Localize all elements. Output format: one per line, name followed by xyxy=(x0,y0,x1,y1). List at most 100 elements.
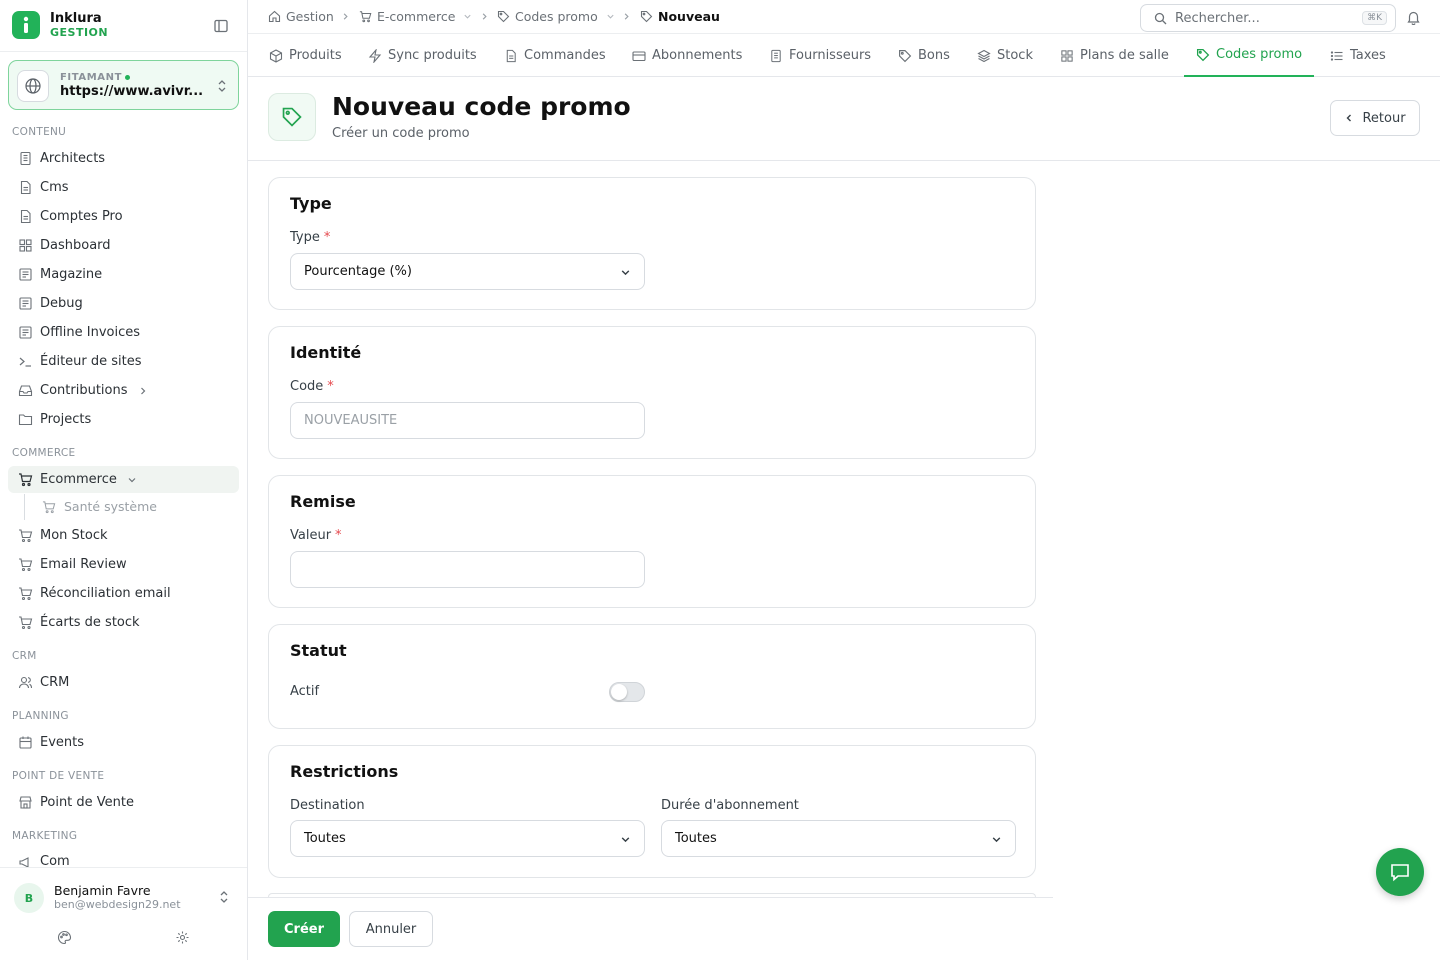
card-title: Identité xyxy=(290,343,362,362)
tab-stock[interactable]: Stock xyxy=(977,34,1033,77)
sidebar-item-label: Offline Invoices xyxy=(40,325,141,340)
site-url: https://www.avivr... xyxy=(60,84,204,99)
brand: Inklura GESTION xyxy=(0,0,247,52)
users-icon xyxy=(17,675,33,691)
sidebar-item-contributions[interactable]: Contributions xyxy=(8,377,239,404)
sidebar-item-label: Architects xyxy=(40,151,106,166)
form-actions: Créer Annuler xyxy=(248,897,1053,960)
field-label-type: Type * xyxy=(290,230,330,245)
sidebar-item-ecommerce[interactable]: Ecommerce xyxy=(8,466,239,493)
chevron-down-icon xyxy=(127,475,137,485)
brand-name: Inklura xyxy=(50,11,102,26)
sidebar-item-ecarts[interactable]: Écarts de stock xyxy=(8,609,239,636)
megaphone-icon xyxy=(17,854,33,867)
card-remise: Remise Valeur * xyxy=(268,475,1036,608)
tab-taxes[interactable]: Taxes xyxy=(1330,34,1386,77)
select-value: Toutes xyxy=(675,831,717,846)
valeur-input[interactable] xyxy=(290,551,645,588)
section-planning: PLANNING xyxy=(12,710,69,722)
cancel-button[interactable]: Annuler xyxy=(349,911,433,947)
sidebar-item-projects[interactable]: Projects xyxy=(8,406,239,433)
search-input[interactable]: Rechercher... ⌘K xyxy=(1140,4,1396,32)
sidebar-item-offline-invoices[interactable]: Offline Invoices xyxy=(8,319,239,346)
breadcrumb-ecommerce[interactable]: E-commerce xyxy=(359,9,472,24)
label-text: Valeur xyxy=(290,528,332,543)
zap-icon xyxy=(368,48,382,63)
chevron-right-icon xyxy=(138,386,148,396)
sidebar-item-sante[interactable]: Santé système xyxy=(32,493,239,520)
breadcrumb-label: Codes promo xyxy=(515,9,598,24)
required-mark: * xyxy=(323,230,331,245)
breadcrumb-label: E-commerce xyxy=(377,9,456,24)
card-type: Type Type * Pourcentage (%) xyxy=(268,177,1036,310)
sidebar-item-cms[interactable]: Cms xyxy=(8,174,239,201)
card-title: Statut xyxy=(290,641,347,660)
page-title: Nouveau code promo xyxy=(332,92,631,121)
sidebar-item-label: Dashboard xyxy=(40,238,111,253)
site-switcher[interactable]: FITAMANT https://www.avivr... xyxy=(8,60,239,110)
tab-commandes[interactable]: Commandes xyxy=(504,34,606,77)
brand-subtitle: GESTION xyxy=(50,26,109,39)
create-button[interactable]: Créer xyxy=(268,911,340,947)
tag-icon xyxy=(898,49,912,63)
sidebar-item-point-de-vente[interactable]: Point de Vente xyxy=(8,789,239,816)
destination-select[interactable]: Toutes xyxy=(290,820,645,857)
chat-button[interactable] xyxy=(1376,848,1424,896)
section-contenu: CONTENU xyxy=(12,126,67,138)
sidebar-item-email-review[interactable]: Email Review xyxy=(8,551,239,578)
label-text: Code xyxy=(290,379,324,394)
tab-label: Codes promo xyxy=(1216,47,1303,62)
user-name: Benjamin Favre xyxy=(54,883,151,898)
sidebar-toggle-icon[interactable] xyxy=(213,18,229,34)
back-button[interactable]: Retour xyxy=(1330,100,1420,136)
sidebar-item-architects[interactable]: Architects xyxy=(8,145,239,172)
cart-icon xyxy=(17,586,33,602)
type-select[interactable]: Pourcentage (%) xyxy=(290,253,645,290)
chevron-right-icon xyxy=(341,12,350,21)
section-marketing: MARKETING xyxy=(12,830,78,842)
sidebar-item-events[interactable]: Events xyxy=(8,729,239,756)
bell-icon[interactable] xyxy=(1406,10,1421,25)
tab-produits[interactable]: Produits xyxy=(269,34,342,77)
tab-abonnements[interactable]: Abonnements xyxy=(632,34,742,77)
topbar: Gestion E-commerce Codes promo Nouveau R… xyxy=(248,0,1440,34)
tab-fournisseurs[interactable]: Fournisseurs xyxy=(769,34,871,77)
chevron-updown-icon[interactable] xyxy=(218,890,230,904)
tab-sync-produits[interactable]: Sync produits xyxy=(368,34,477,77)
section-pdv: POINT DE VENTE xyxy=(12,770,105,782)
sidebar-item-debug[interactable]: Debug xyxy=(8,290,239,317)
sidebar-item-label: Com xyxy=(40,854,70,867)
sidebar-item-editeur[interactable]: Éditeur de sites xyxy=(8,348,239,375)
code-input[interactable]: NOUVEAUSITE xyxy=(290,402,645,439)
palette-icon[interactable] xyxy=(57,930,72,945)
sidebar: Inklura GESTION FITAMANT https://www.avi… xyxy=(0,0,248,960)
sidebar-item-com[interactable]: Com xyxy=(8,849,239,867)
sidebar-item-label: Events xyxy=(40,735,85,750)
breadcrumb-codes-promo[interactable]: Codes promo xyxy=(497,9,615,24)
sidebar-item-magazine[interactable]: Magazine xyxy=(8,261,239,288)
sidebar-item-comptes-pro[interactable]: Comptes Pro xyxy=(8,203,239,230)
file-icon xyxy=(17,209,33,225)
breadcrumb-gestion[interactable]: Gestion xyxy=(268,9,334,24)
sidebar-item-crm[interactable]: CRM xyxy=(8,669,239,696)
tab-plans-de-salle[interactable]: Plans de salle xyxy=(1060,34,1169,77)
file-icon xyxy=(504,49,518,63)
search-icon xyxy=(1154,12,1167,25)
layers-icon xyxy=(977,49,991,63)
field-label-code: Code * xyxy=(290,379,334,394)
field-label-actif: Actif xyxy=(290,684,320,699)
field-label-destination: Destination xyxy=(290,798,365,813)
section-commerce: COMMERCE xyxy=(12,447,76,459)
actif-toggle[interactable] xyxy=(609,682,645,702)
sidebar-item-mon-stock[interactable]: Mon Stock xyxy=(8,522,239,549)
sidebar-item-reconciliation[interactable]: Réconciliation email xyxy=(8,580,239,607)
tab-codes-promo[interactable]: Codes promo xyxy=(1184,34,1315,77)
duree-select[interactable]: Toutes xyxy=(661,820,1016,857)
tab-bons[interactable]: Bons xyxy=(898,34,950,77)
gear-icon[interactable] xyxy=(175,930,190,945)
file-icon xyxy=(17,180,33,196)
sidebar-item-dashboard[interactable]: Dashboard xyxy=(8,232,239,259)
tab-label: Sync produits xyxy=(388,48,477,63)
card-identite: Identité Code * NOUVEAUSITE xyxy=(268,326,1036,459)
tab-label: Produits xyxy=(289,48,342,63)
